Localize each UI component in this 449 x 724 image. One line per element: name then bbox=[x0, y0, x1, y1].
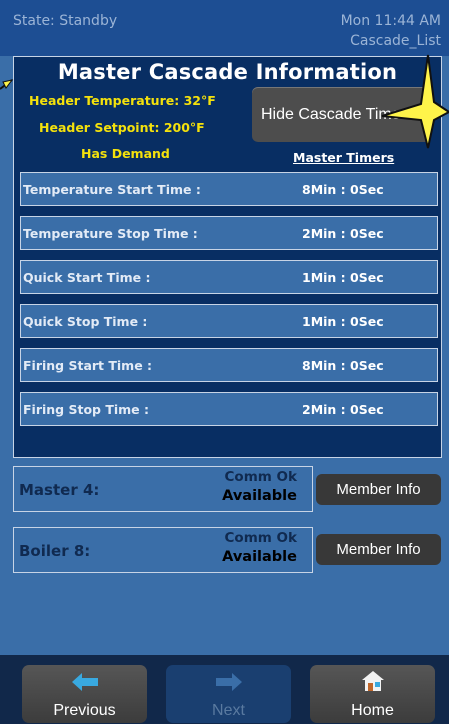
master-timers-label: Master Timers bbox=[293, 150, 395, 165]
timer-row: Firing Stop Time : 2Min : 0Sec bbox=[20, 392, 438, 426]
availability-status: Available bbox=[222, 488, 297, 504]
member-info-button[interactable]: Member Info bbox=[316, 534, 441, 565]
timer-label: Quick Stop Time : bbox=[23, 314, 148, 329]
comm-status: Comm Ok bbox=[224, 530, 297, 546]
hide-cascade-timers-button[interactable]: Hide Cascade Timers bbox=[252, 87, 431, 142]
demand-status: Has Demand bbox=[81, 146, 170, 161]
timer-label: Quick Start Time : bbox=[23, 270, 151, 285]
next-label: Next bbox=[212, 702, 245, 719]
home-button[interactable]: Home bbox=[310, 665, 435, 723]
timer-value: 1Min : 0Sec bbox=[302, 314, 384, 329]
timer-value: 8Min : 0Sec bbox=[302, 358, 384, 373]
cascade-info-panel: Master Cascade Information Header Temper… bbox=[13, 56, 442, 458]
timer-label: Temperature Start Time : bbox=[23, 182, 201, 197]
member-info-button[interactable]: Member Info bbox=[316, 474, 441, 505]
previous-button[interactable]: Previous bbox=[22, 665, 147, 723]
timer-label: Temperature Stop Time : bbox=[23, 226, 198, 241]
timer-label: Firing Start Time : bbox=[23, 358, 153, 373]
member-row-boiler-8: Boiler 8: Comm Ok Available bbox=[13, 527, 313, 573]
screen-name: Cascade_List bbox=[350, 33, 441, 49]
timer-row: Temperature Stop Time : 2Min : 0Sec bbox=[20, 216, 438, 250]
datetime-text: Mon 11:44 AM bbox=[340, 13, 441, 29]
home-label: Home bbox=[351, 702, 394, 719]
member-name: Master 4: bbox=[19, 481, 100, 499]
timer-value: 2Min : 0Sec bbox=[302, 226, 384, 241]
pointer-arrow-icon bbox=[0, 79, 13, 90]
home-icon bbox=[310, 671, 435, 697]
arrow-right-icon bbox=[166, 671, 291, 697]
timer-value: 1Min : 0Sec bbox=[302, 270, 384, 285]
next-button[interactable]: Next bbox=[166, 665, 291, 723]
header-temperature: Header Temperature: 32°F bbox=[29, 93, 216, 108]
timer-row: Temperature Start Time : 8Min : 0Sec bbox=[20, 172, 438, 206]
state-text: State: Standby bbox=[13, 13, 118, 29]
timer-row: Firing Start Time : 8Min : 0Sec bbox=[20, 348, 438, 382]
timer-row: Quick Stop Time : 1Min : 0Sec bbox=[20, 304, 438, 338]
panel-title: Master Cascade Information bbox=[57, 60, 398, 84]
status-bar: State: Standby Mon 11:44 AM Cascade_List bbox=[0, 0, 449, 56]
timer-value: 8Min : 0Sec bbox=[302, 182, 384, 197]
previous-label: Previous bbox=[53, 702, 116, 719]
timer-label: Firing Stop Time : bbox=[23, 402, 150, 417]
availability-status: Available bbox=[222, 549, 297, 565]
header-setpoint: Header Setpoint: 200°F bbox=[39, 120, 205, 135]
arrow-left-icon bbox=[22, 671, 147, 697]
timer-row: Quick Start Time : 1Min : 0Sec bbox=[20, 260, 438, 294]
member-row-master-4: Master 4: Comm Ok Available bbox=[13, 466, 313, 512]
timer-value: 2Min : 0Sec bbox=[302, 402, 384, 417]
navigation-bar: Previous Next Home bbox=[0, 655, 449, 724]
member-name: Boiler 8: bbox=[19, 542, 91, 560]
comm-status: Comm Ok bbox=[224, 469, 297, 485]
